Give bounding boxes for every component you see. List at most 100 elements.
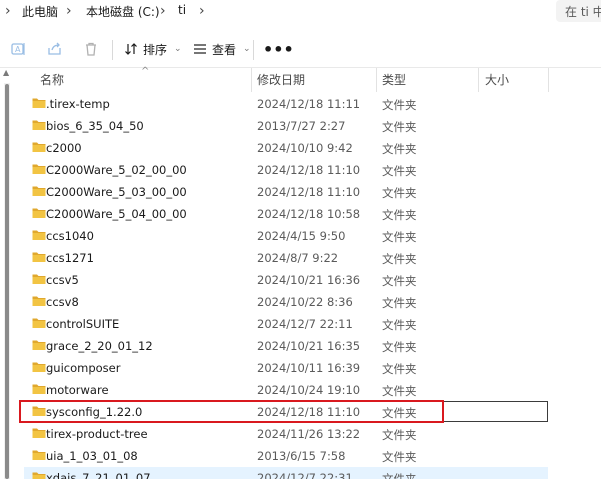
folder-icon — [32, 98, 46, 108]
list-item[interactable]: ccsv5 2024/10/21 16:36 文件夹 — [24, 269, 548, 291]
address-bar[interactable]: › 此电脑 › 本地磁盘 (C:) › ti › 在 ti 中 — [0, 0, 601, 24]
column-divider[interactable] — [376, 68, 377, 92]
search-box[interactable]: 在 ti 中 — [556, 0, 601, 22]
sort-label: 排序 — [143, 42, 168, 57]
list-item[interactable]: uia_1_03_01_08 2013/6/15 7:58 文件夹 — [24, 445, 548, 467]
share-icon[interactable] — [46, 40, 64, 58]
folder-icon — [32, 274, 46, 284]
breadcrumb-ti[interactable]: ti — [178, 3, 186, 17]
file-type: 文件夹 — [382, 186, 417, 200]
chevron-down-icon: ⌄ — [243, 44, 251, 54]
scrollbar-thumb[interactable] — [5, 84, 9, 479]
breadcrumb-local-disk[interactable]: 本地磁盘 (C:) — [86, 3, 160, 20]
file-name: tirex-product-tree — [46, 427, 148, 441]
folder-icon — [32, 296, 46, 306]
file-name: ccsv8 — [46, 295, 79, 309]
chevron-right-icon[interactable]: › — [66, 3, 72, 19]
folder-icon — [32, 450, 46, 460]
file-modified-date: 2024/12/18 11:10 — [257, 163, 361, 177]
file-name: xdais_7_21_01_07 — [46, 471, 151, 479]
view-list-icon — [194, 44, 206, 54]
folder-icon — [32, 428, 46, 438]
chevron-right-icon[interactable]: › — [160, 3, 166, 19]
folder-icon — [32, 230, 46, 240]
chevron-right-icon[interactable]: › — [199, 3, 205, 19]
sort-button[interactable]: 排序 ⌄ — [124, 39, 182, 59]
scroll-up-arrow-icon[interactable]: ▲ — [3, 68, 9, 77]
file-name: ccsv5 — [46, 273, 79, 287]
view-label: 查看 — [212, 42, 237, 57]
column-divider[interactable] — [251, 68, 252, 92]
list-item[interactable]: guicomposer 2024/10/11 16:39 文件夹 — [24, 357, 548, 379]
chevron-right-icon[interactable]: › — [5, 3, 11, 19]
file-type: 文件夹 — [382, 384, 417, 398]
folder-icon — [32, 340, 46, 350]
sort-ascending-icon: ^ — [141, 66, 150, 77]
column-header-type[interactable]: 类型 — [382, 68, 406, 92]
file-modified-date: 2024/10/11 16:39 — [257, 361, 361, 375]
file-type: 文件夹 — [382, 142, 417, 156]
file-type: 文件夹 — [382, 274, 417, 288]
delete-icon[interactable] — [82, 40, 100, 58]
file-type: 文件夹 — [382, 120, 417, 134]
file-modified-date: 2024/10/10 9:42 — [257, 141, 353, 155]
file-name: bios_6_35_04_50 — [46, 119, 144, 133]
sort-icon — [125, 43, 137, 55]
file-modified-date: 2024/12/18 11:10 — [257, 185, 361, 199]
file-name: c2000 — [46, 141, 82, 155]
column-divider[interactable] — [478, 68, 479, 92]
file-modified-date: 2013/6/15 7:58 — [257, 449, 346, 463]
folder-icon — [32, 384, 46, 394]
list-item[interactable]: C2000Ware_5_02_00_00 2024/12/18 11:10 文件夹 — [24, 159, 548, 181]
breadcrumb-this-pc[interactable]: 此电脑 — [22, 3, 58, 20]
svg-text:A: A — [15, 45, 21, 54]
file-modified-date: 2024/11/26 13:22 — [257, 427, 361, 441]
file-type: 文件夹 — [382, 98, 417, 112]
highlight-annotation-box — [19, 400, 444, 423]
file-type: 文件夹 — [382, 208, 417, 222]
list-item[interactable]: ccsv8 2024/10/22 8:36 文件夹 — [24, 291, 548, 313]
file-type: 文件夹 — [382, 362, 417, 376]
list-item[interactable]: .tirex-temp 2024/12/18 11:11 文件夹 — [24, 93, 548, 115]
file-type: 文件夹 — [382, 252, 417, 266]
folder-icon — [32, 252, 46, 262]
file-type: 文件夹 — [382, 318, 417, 332]
column-divider[interactable] — [548, 68, 549, 92]
folder-icon — [32, 472, 46, 479]
file-name: .tirex-temp — [46, 97, 110, 111]
file-modified-date: 2024/12/18 11:11 — [257, 97, 361, 111]
list-item[interactable]: ccs1040 2024/4/15 9:50 文件夹 — [24, 225, 548, 247]
file-modified-date: 2024/10/24 19:10 — [257, 383, 361, 397]
file-name: C2000Ware_5_04_00_00 — [46, 207, 187, 221]
list-item[interactable]: xdais_7_21_01_07 2024/12/7 22:31 文件夹 — [24, 467, 548, 479]
list-item[interactable]: bios_6_35_04_50 2013/7/27 2:27 文件夹 — [24, 115, 548, 137]
file-name: uia_1_03_01_08 — [46, 449, 138, 463]
list-item[interactable]: ccs1271 2024/8/7 9:22 文件夹 — [24, 247, 548, 269]
column-header-name[interactable]: 名称 — [40, 68, 64, 92]
folder-icon — [32, 186, 46, 196]
file-modified-date: 2024/12/7 22:31 — [257, 471, 353, 479]
column-header-size[interactable]: 大小 — [485, 68, 509, 92]
list-item[interactable]: controlSUITE 2024/12/7 22:11 文件夹 — [24, 313, 548, 335]
folder-icon — [32, 362, 46, 372]
rename-icon[interactable]: A — [10, 40, 28, 58]
list-item[interactable]: tirex-product-tree 2024/11/26 13:22 文件夹 — [24, 423, 548, 445]
search-placeholder: 在 ti 中 — [565, 5, 601, 19]
list-item[interactable]: motorware 2024/10/24 19:10 文件夹 — [24, 379, 548, 401]
list-item[interactable]: grace_2_20_01_12 2024/10/21 16:35 文件夹 — [24, 335, 548, 357]
file-name: motorware — [46, 383, 109, 397]
toolbar-divider — [253, 40, 254, 60]
file-name: ccs1271 — [46, 251, 94, 265]
file-type: 文件夹 — [382, 340, 417, 354]
list-item[interactable]: C2000Ware_5_04_00_00 2024/12/18 10:58 文件夹 — [24, 203, 548, 225]
list-item[interactable]: c2000 2024/10/10 9:42 文件夹 — [24, 137, 548, 159]
list-item[interactable]: C2000Ware_5_03_00_00 2024/12/18 11:10 文件夹 — [24, 181, 548, 203]
folder-icon — [32, 208, 46, 218]
toolbar-divider — [112, 40, 113, 60]
file-name: ccs1040 — [46, 229, 94, 243]
view-button[interactable]: 查看 ⌄ — [193, 39, 251, 59]
column-header-modified[interactable]: 修改日期 — [257, 68, 305, 92]
file-type: 文件夹 — [382, 428, 417, 442]
file-modified-date: 2013/7/27 2:27 — [257, 119, 346, 133]
more-options-button[interactable]: ••• — [263, 40, 294, 59]
